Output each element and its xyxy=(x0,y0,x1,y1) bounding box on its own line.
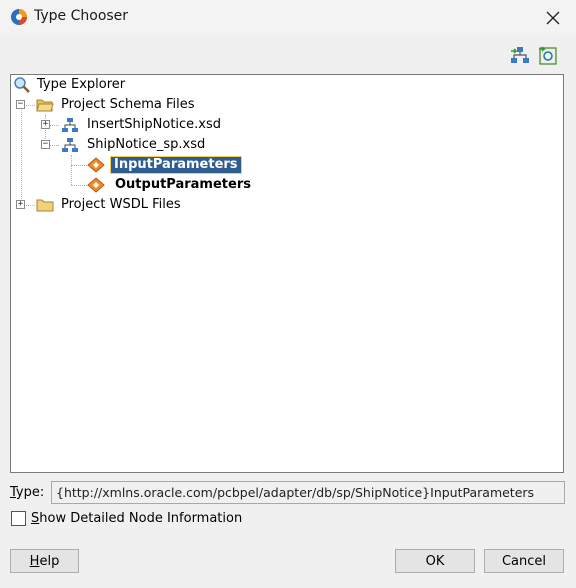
import-wsdl-button[interactable] xyxy=(537,45,559,67)
close-button[interactable] xyxy=(530,0,576,36)
show-detailed-node-info-checkbox[interactable] xyxy=(11,511,26,526)
tree-root-type-explorer[interactable]: Type Explorer xyxy=(11,75,311,95)
type-label: Type: xyxy=(10,485,45,500)
tree-label: Project Schema Files xyxy=(61,97,195,112)
show-detailed-node-info-label[interactable]: Show Detailed Node Information xyxy=(31,511,242,526)
folder-open-icon xyxy=(36,99,54,112)
expand-toggle[interactable]: + xyxy=(16,200,25,209)
magnifier-icon xyxy=(14,77,30,93)
cancel-button[interactable]: Cancel xyxy=(484,549,564,573)
tree-item-outputparameters[interactable]: OutputParameters xyxy=(11,175,311,195)
import-schema-button[interactable] xyxy=(509,45,531,67)
title-bar: Type Chooser xyxy=(0,0,576,36)
type-explorer-tree[interactable]: Type Explorer − Project Schema Files + I… xyxy=(10,74,564,473)
collapse-toggle[interactable]: − xyxy=(16,100,25,109)
tree-label: Project WSDL Files xyxy=(61,197,181,212)
tree-item-project-wsdl-files[interactable]: + Project WSDL Files xyxy=(11,195,311,215)
tree-label: Type Explorer xyxy=(37,77,126,92)
app-swirl-icon xyxy=(11,9,27,25)
import-wsdl-icon xyxy=(539,46,557,65)
type-value-field[interactable]: {http://xmlns.oracle.com/pcbpel/adapter/… xyxy=(51,481,565,504)
ok-button[interactable]: OK xyxy=(395,549,475,573)
help-button[interactable]: Help xyxy=(10,549,79,573)
tree-label: ShipNotice_sp.xsd xyxy=(87,137,206,152)
expand-toggle[interactable]: + xyxy=(41,120,50,129)
tree-label-selected: InputParameters xyxy=(110,156,242,174)
folder-icon xyxy=(36,199,54,212)
window-title: Type Chooser xyxy=(34,8,129,24)
element-icon xyxy=(87,157,105,173)
collapse-toggle[interactable]: − xyxy=(41,140,50,149)
schema-icon xyxy=(62,118,78,132)
element-icon xyxy=(87,177,105,193)
tree-label: OutputParameters xyxy=(115,177,251,192)
tree-item-inputparameters[interactable]: InputParameters xyxy=(11,155,311,175)
tree-item-shipnotice-sp-xsd[interactable]: − ShipNotice_sp.xsd xyxy=(11,135,311,155)
tree-item-insertshipnotice-xsd[interactable]: + InsertShipNotice.xsd xyxy=(11,115,311,135)
close-icon xyxy=(546,11,560,25)
schema-icon xyxy=(62,138,78,152)
tree-item-project-schema-files[interactable]: − Project Schema Files xyxy=(11,95,311,115)
tree-label: InsertShipNotice.xsd xyxy=(87,117,222,132)
import-schema-icon xyxy=(511,47,529,63)
